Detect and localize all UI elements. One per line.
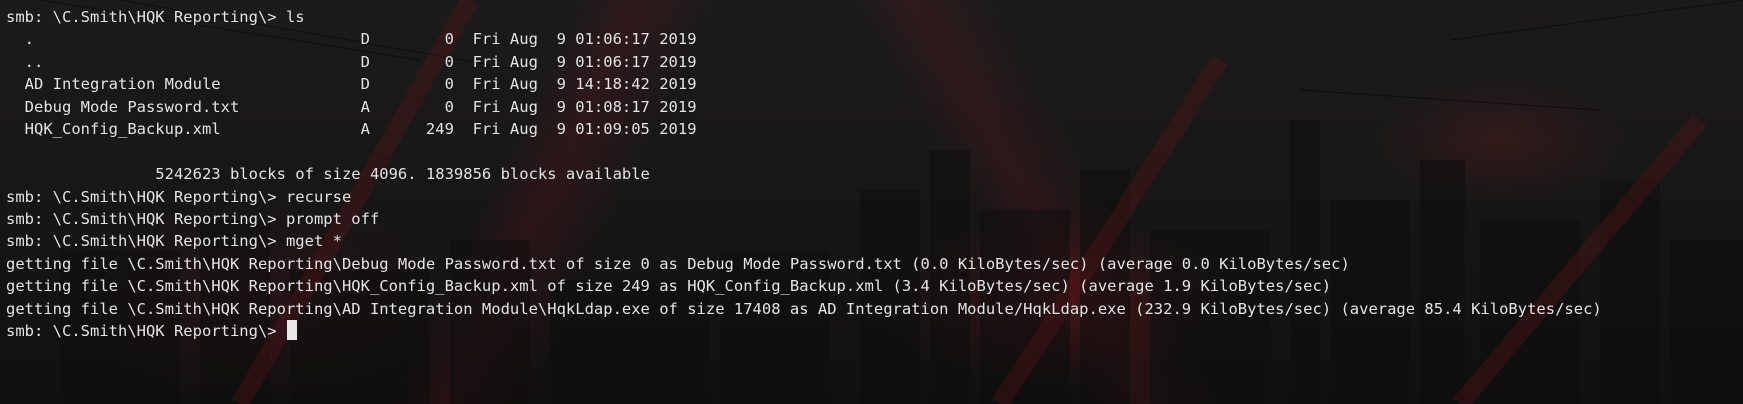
directory-entry: . D 0 Fri Aug 9 01:06:17 2019 (6, 30, 697, 49)
active-prompt-line[interactable]: smb: \C.Smith\HQK Reporting\> (6, 320, 1602, 342)
terminal-line: smb: \C.Smith\HQK Reporting\> mget * (6, 232, 342, 251)
directory-entry: AD Integration Module D 0 Fri Aug 9 14:1… (6, 75, 697, 94)
directory-entry: HQK_Config_Backup.xml A 249 Fri Aug 9 01… (6, 120, 697, 139)
shell-prompt: smb: \C.Smith\HQK Reporting\> (6, 322, 277, 341)
directory-entry: Debug Mode Password.txt A 0 Fri Aug 9 01… (6, 97, 697, 116)
directory-entry: .. D 0 Fri Aug 9 01:06:17 2019 (6, 52, 697, 71)
download-log-line: getting file \C.Smith\HQK Reporting\AD I… (6, 299, 1602, 318)
download-log-line: getting file \C.Smith\HQK Reporting\Debu… (6, 254, 1350, 273)
terminal-line: smb: \C.Smith\HQK Reporting\> recurse (6, 187, 352, 206)
terminal-output[interactable]: smb: \C.Smith\HQK Reporting\> ls . D 0 F… (6, 6, 1602, 343)
blocks-summary: 5242623 blocks of size 4096. 1839856 blo… (6, 165, 650, 184)
terminal-line: smb: \C.Smith\HQK Reporting\> prompt off (6, 209, 380, 228)
download-log-line: getting file \C.Smith\HQK Reporting\HQK_… (6, 277, 1332, 296)
cursor-block[interactable] (286, 320, 297, 341)
terminal-line: smb: \C.Smith\HQK Reporting\> ls (6, 8, 305, 26)
